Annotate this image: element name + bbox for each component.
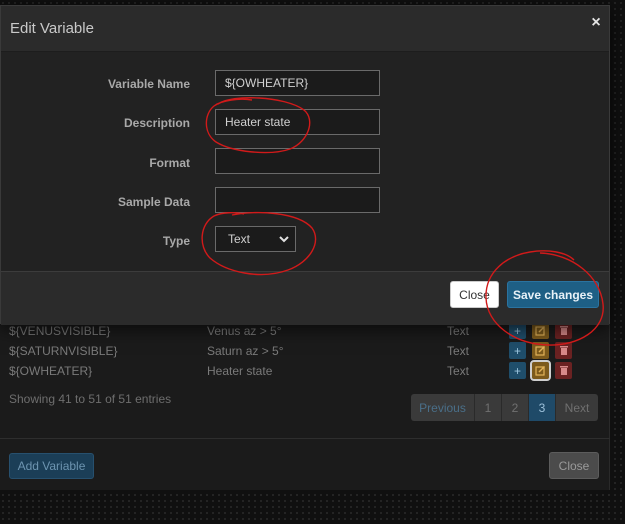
modal-body: Variable Name ${OWHEATER} Description He… bbox=[1, 52, 609, 272]
modal-header: Edit Variable × bbox=[1, 6, 609, 52]
delete-row-button[interactable] bbox=[555, 342, 572, 359]
format-input[interactable] bbox=[215, 148, 380, 174]
add-row-button[interactable]: + bbox=[509, 342, 526, 359]
variable-name-label: Variable Name bbox=[107, 77, 190, 91]
pagination-next[interactable]: Next bbox=[556, 394, 598, 421]
table-row: ${SATURNVISIBLE} Saturn az > 5° Text + bbox=[0, 341, 610, 361]
modal-close-button[interactable]: Close bbox=[450, 281, 499, 308]
description-cell: Heater state bbox=[207, 364, 273, 378]
edit-row-button[interactable] bbox=[532, 342, 549, 359]
modal-title: Edit Variable bbox=[10, 20, 94, 37]
type-select-value: Text bbox=[228, 232, 251, 246]
save-changes-button[interactable]: Save changes bbox=[507, 281, 599, 308]
type-cell: Text bbox=[447, 344, 470, 358]
variable-name-cell: ${OWHEATER} bbox=[9, 364, 93, 378]
edit-icon bbox=[535, 366, 545, 376]
trash-icon bbox=[559, 346, 568, 355]
pagination-page-1[interactable]: 1 bbox=[475, 394, 502, 421]
pagination: Previous 1 2 3 Next bbox=[411, 394, 598, 421]
edit-icon bbox=[535, 346, 545, 356]
variable-name-cell: ${SATURNVISIBLE} bbox=[9, 344, 118, 358]
sample-data-label: Sample Data bbox=[117, 195, 190, 209]
description-label: Description bbox=[123, 116, 190, 130]
pagination-page-3[interactable]: 3 bbox=[529, 394, 556, 421]
variable-name-input[interactable]: ${OWHEATER} bbox=[215, 70, 380, 96]
edit-row-button[interactable] bbox=[530, 360, 551, 381]
format-label: Format bbox=[149, 156, 190, 170]
trash-icon bbox=[559, 326, 568, 335]
type-label: Type bbox=[162, 234, 190, 248]
chevron-down-icon bbox=[279, 236, 289, 243]
sample-data-input[interactable] bbox=[215, 187, 380, 213]
add-row-button[interactable]: + bbox=[509, 362, 526, 379]
description-cell: Venus az > 5° bbox=[207, 324, 282, 338]
add-variable-button[interactable]: Add Variable bbox=[9, 453, 94, 479]
type-cell: Text bbox=[447, 364, 470, 378]
variable-name-cell: ${VENUSVISIBLE} bbox=[9, 324, 111, 338]
edit-variable-modal: Edit Variable × Variable Name ${OWHEATER… bbox=[0, 5, 610, 325]
description-cell: Saturn az > 5° bbox=[207, 344, 284, 358]
trash-icon bbox=[559, 366, 568, 375]
delete-row-button[interactable] bbox=[555, 362, 572, 379]
type-select[interactable]: Text bbox=[215, 226, 296, 252]
pagination-page-2[interactable]: 2 bbox=[502, 394, 529, 421]
close-icon[interactable]: × bbox=[589, 15, 603, 31]
pagination-previous[interactable]: Previous bbox=[411, 394, 475, 421]
entries-summary: Showing 41 to 51 of 51 entries bbox=[9, 392, 172, 406]
type-cell: Text bbox=[447, 324, 470, 338]
table-row: ${OWHEATER} Heater state Text + bbox=[0, 360, 610, 381]
edit-icon bbox=[535, 326, 545, 336]
panel-close-button[interactable]: Close bbox=[549, 452, 599, 479]
description-input[interactable]: Heater state bbox=[215, 109, 380, 135]
